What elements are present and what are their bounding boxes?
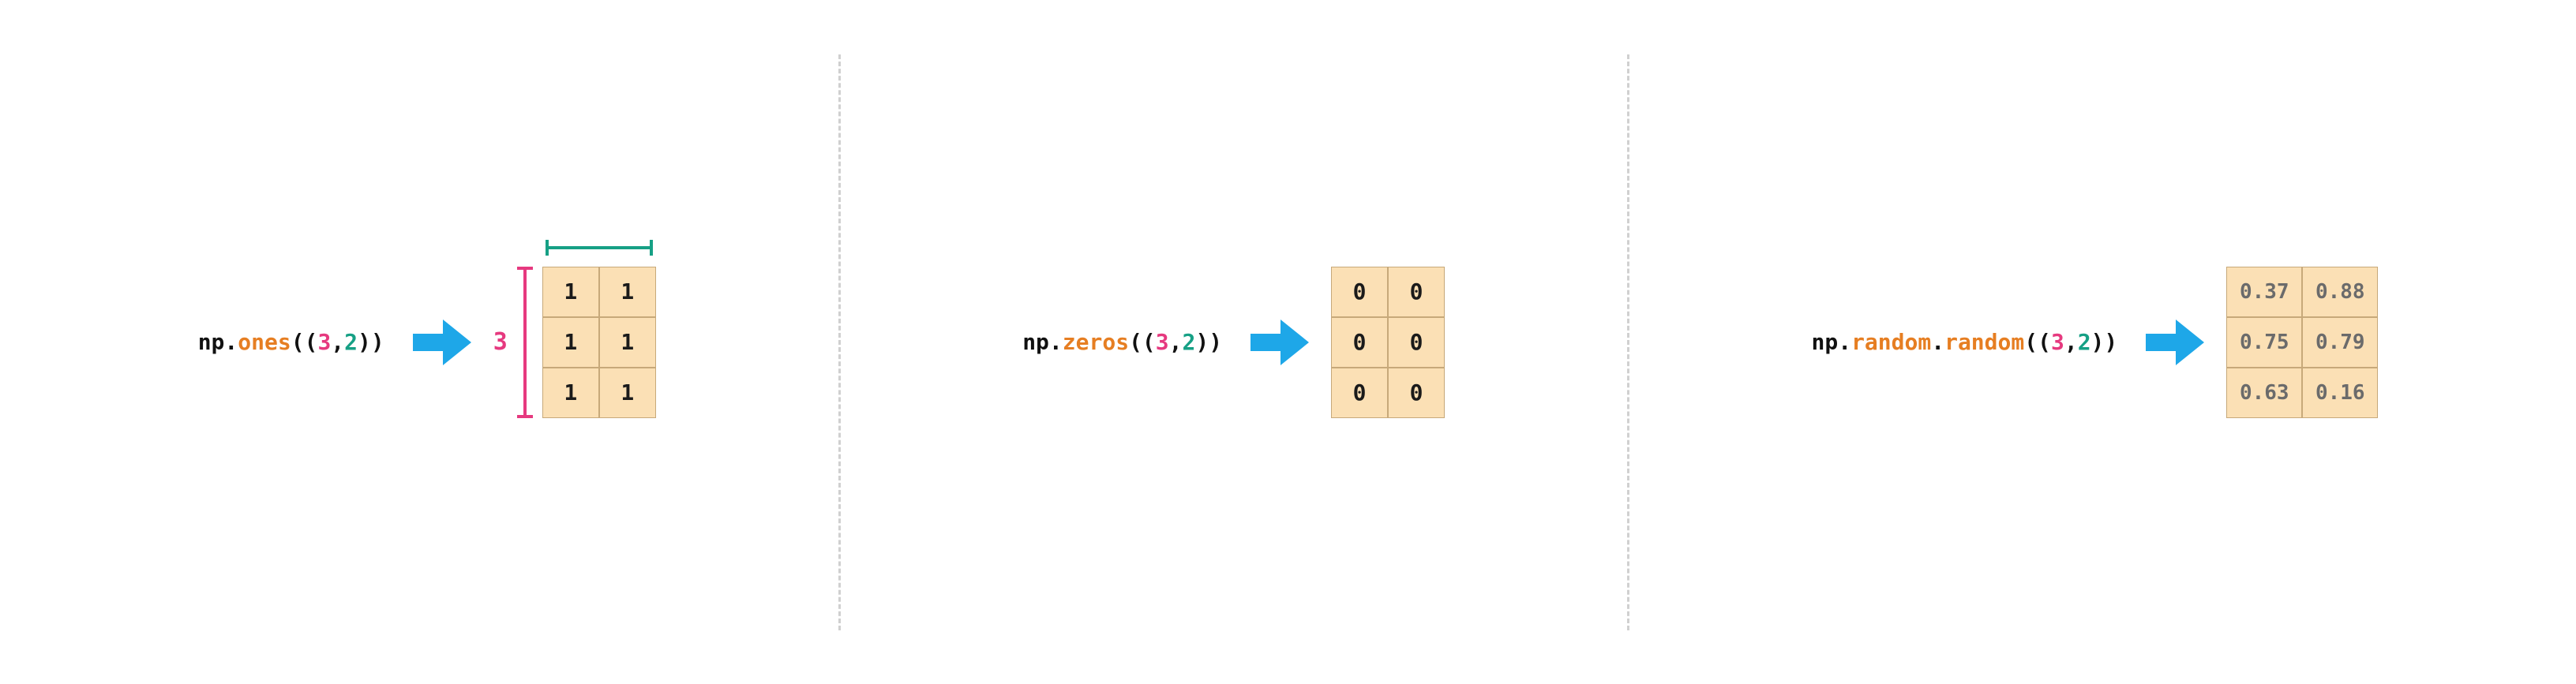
matrix-cell: 0	[1388, 368, 1445, 418]
cols-bracket-icon	[542, 240, 656, 256]
matrix-cell: 0	[1388, 267, 1445, 317]
panel-ones: np.ones((3,2)) 3 1 1 1 1 1 1	[198, 267, 656, 418]
matrix-cell: 1	[599, 267, 656, 317]
panel-divider	[838, 54, 841, 630]
token-fn: ones	[238, 329, 291, 355]
token-comma: ,	[2064, 329, 2078, 355]
arrow-icon	[413, 316, 471, 368]
token-np: np	[198, 329, 225, 355]
token-paren-close: ))	[2091, 329, 2118, 355]
token-paren-open: ((	[1129, 329, 1156, 355]
dimension-rows-label: 3	[493, 328, 508, 356]
token-np: np	[1812, 329, 1839, 355]
matrix-ones: 1 1 1 1 1 1	[542, 267, 656, 418]
token-comma: ,	[1169, 329, 1183, 355]
token-paren-open: ((	[2024, 329, 2051, 355]
token-arg-cols: 2	[344, 329, 358, 355]
code-zeros: np.zeros((3,2))	[1022, 329, 1222, 355]
matrix-ones-wrap: 1 1 1 1 1 1	[516, 267, 656, 418]
token-arg-rows: 3	[2051, 329, 2064, 355]
matrix-cell: 1	[599, 317, 656, 368]
matrix-cell: 1	[542, 317, 599, 368]
token-fn: random	[1944, 329, 2024, 355]
matrix-cell: 1	[599, 368, 656, 418]
code-random: np.random.random((3,2))	[1812, 329, 2118, 355]
panel-divider	[1627, 54, 1629, 630]
matrix-cell: 0.16	[2302, 368, 2378, 418]
matrix-zeros: 0 0 0 0 0 0	[1331, 267, 1445, 418]
matrix-cell: 0	[1388, 317, 1445, 368]
arrow-icon	[2146, 316, 2204, 368]
token-arg-rows: 3	[317, 329, 331, 355]
token-dot: .	[1838, 329, 1851, 355]
token-fn: zeros	[1063, 329, 1129, 355]
token-np: np	[1022, 329, 1049, 355]
token-paren-close: ))	[1195, 329, 1222, 355]
token-comma: ,	[331, 329, 344, 355]
matrix-cell: 1	[542, 267, 599, 317]
token-dot: .	[224, 329, 238, 355]
matrix-cell: 0	[1331, 317, 1388, 368]
diagram-stage: np.ones((3,2)) 3 1 1 1 1 1 1	[0, 0, 2576, 684]
matrix-cell: 0.37	[2226, 267, 2302, 317]
matrix-cell: 0	[1331, 267, 1388, 317]
token-paren-open: ((	[291, 329, 318, 355]
token-module: random	[1851, 329, 1931, 355]
panel-random: np.random.random((3,2)) 0.37 0.88 0.75 0…	[1812, 267, 2379, 418]
matrix-cell: 0.75	[2226, 317, 2302, 368]
token-dot: .	[1049, 329, 1063, 355]
matrix-cell: 0.79	[2302, 317, 2378, 368]
rows-bracket-icon	[516, 267, 534, 418]
arrow-icon	[1251, 316, 1309, 368]
token-arg-cols: 2	[1183, 329, 1196, 355]
token-dot: .	[1931, 329, 1944, 355]
matrix-random: 0.37 0.88 0.75 0.79 0.63 0.16	[2226, 267, 2378, 418]
token-arg-rows: 3	[1156, 329, 1169, 355]
matrix-cell: 0	[1331, 368, 1388, 418]
code-ones: np.ones((3,2))	[198, 329, 384, 355]
token-paren-close: ))	[358, 329, 384, 355]
token-arg-cols: 2	[2078, 329, 2091, 355]
matrix-cell: 1	[542, 368, 599, 418]
matrix-cell: 0.88	[2302, 267, 2378, 317]
panel-zeros: np.zeros((3,2)) 0 0 0 0 0 0	[1022, 267, 1445, 418]
matrix-cell: 0.63	[2226, 368, 2302, 418]
